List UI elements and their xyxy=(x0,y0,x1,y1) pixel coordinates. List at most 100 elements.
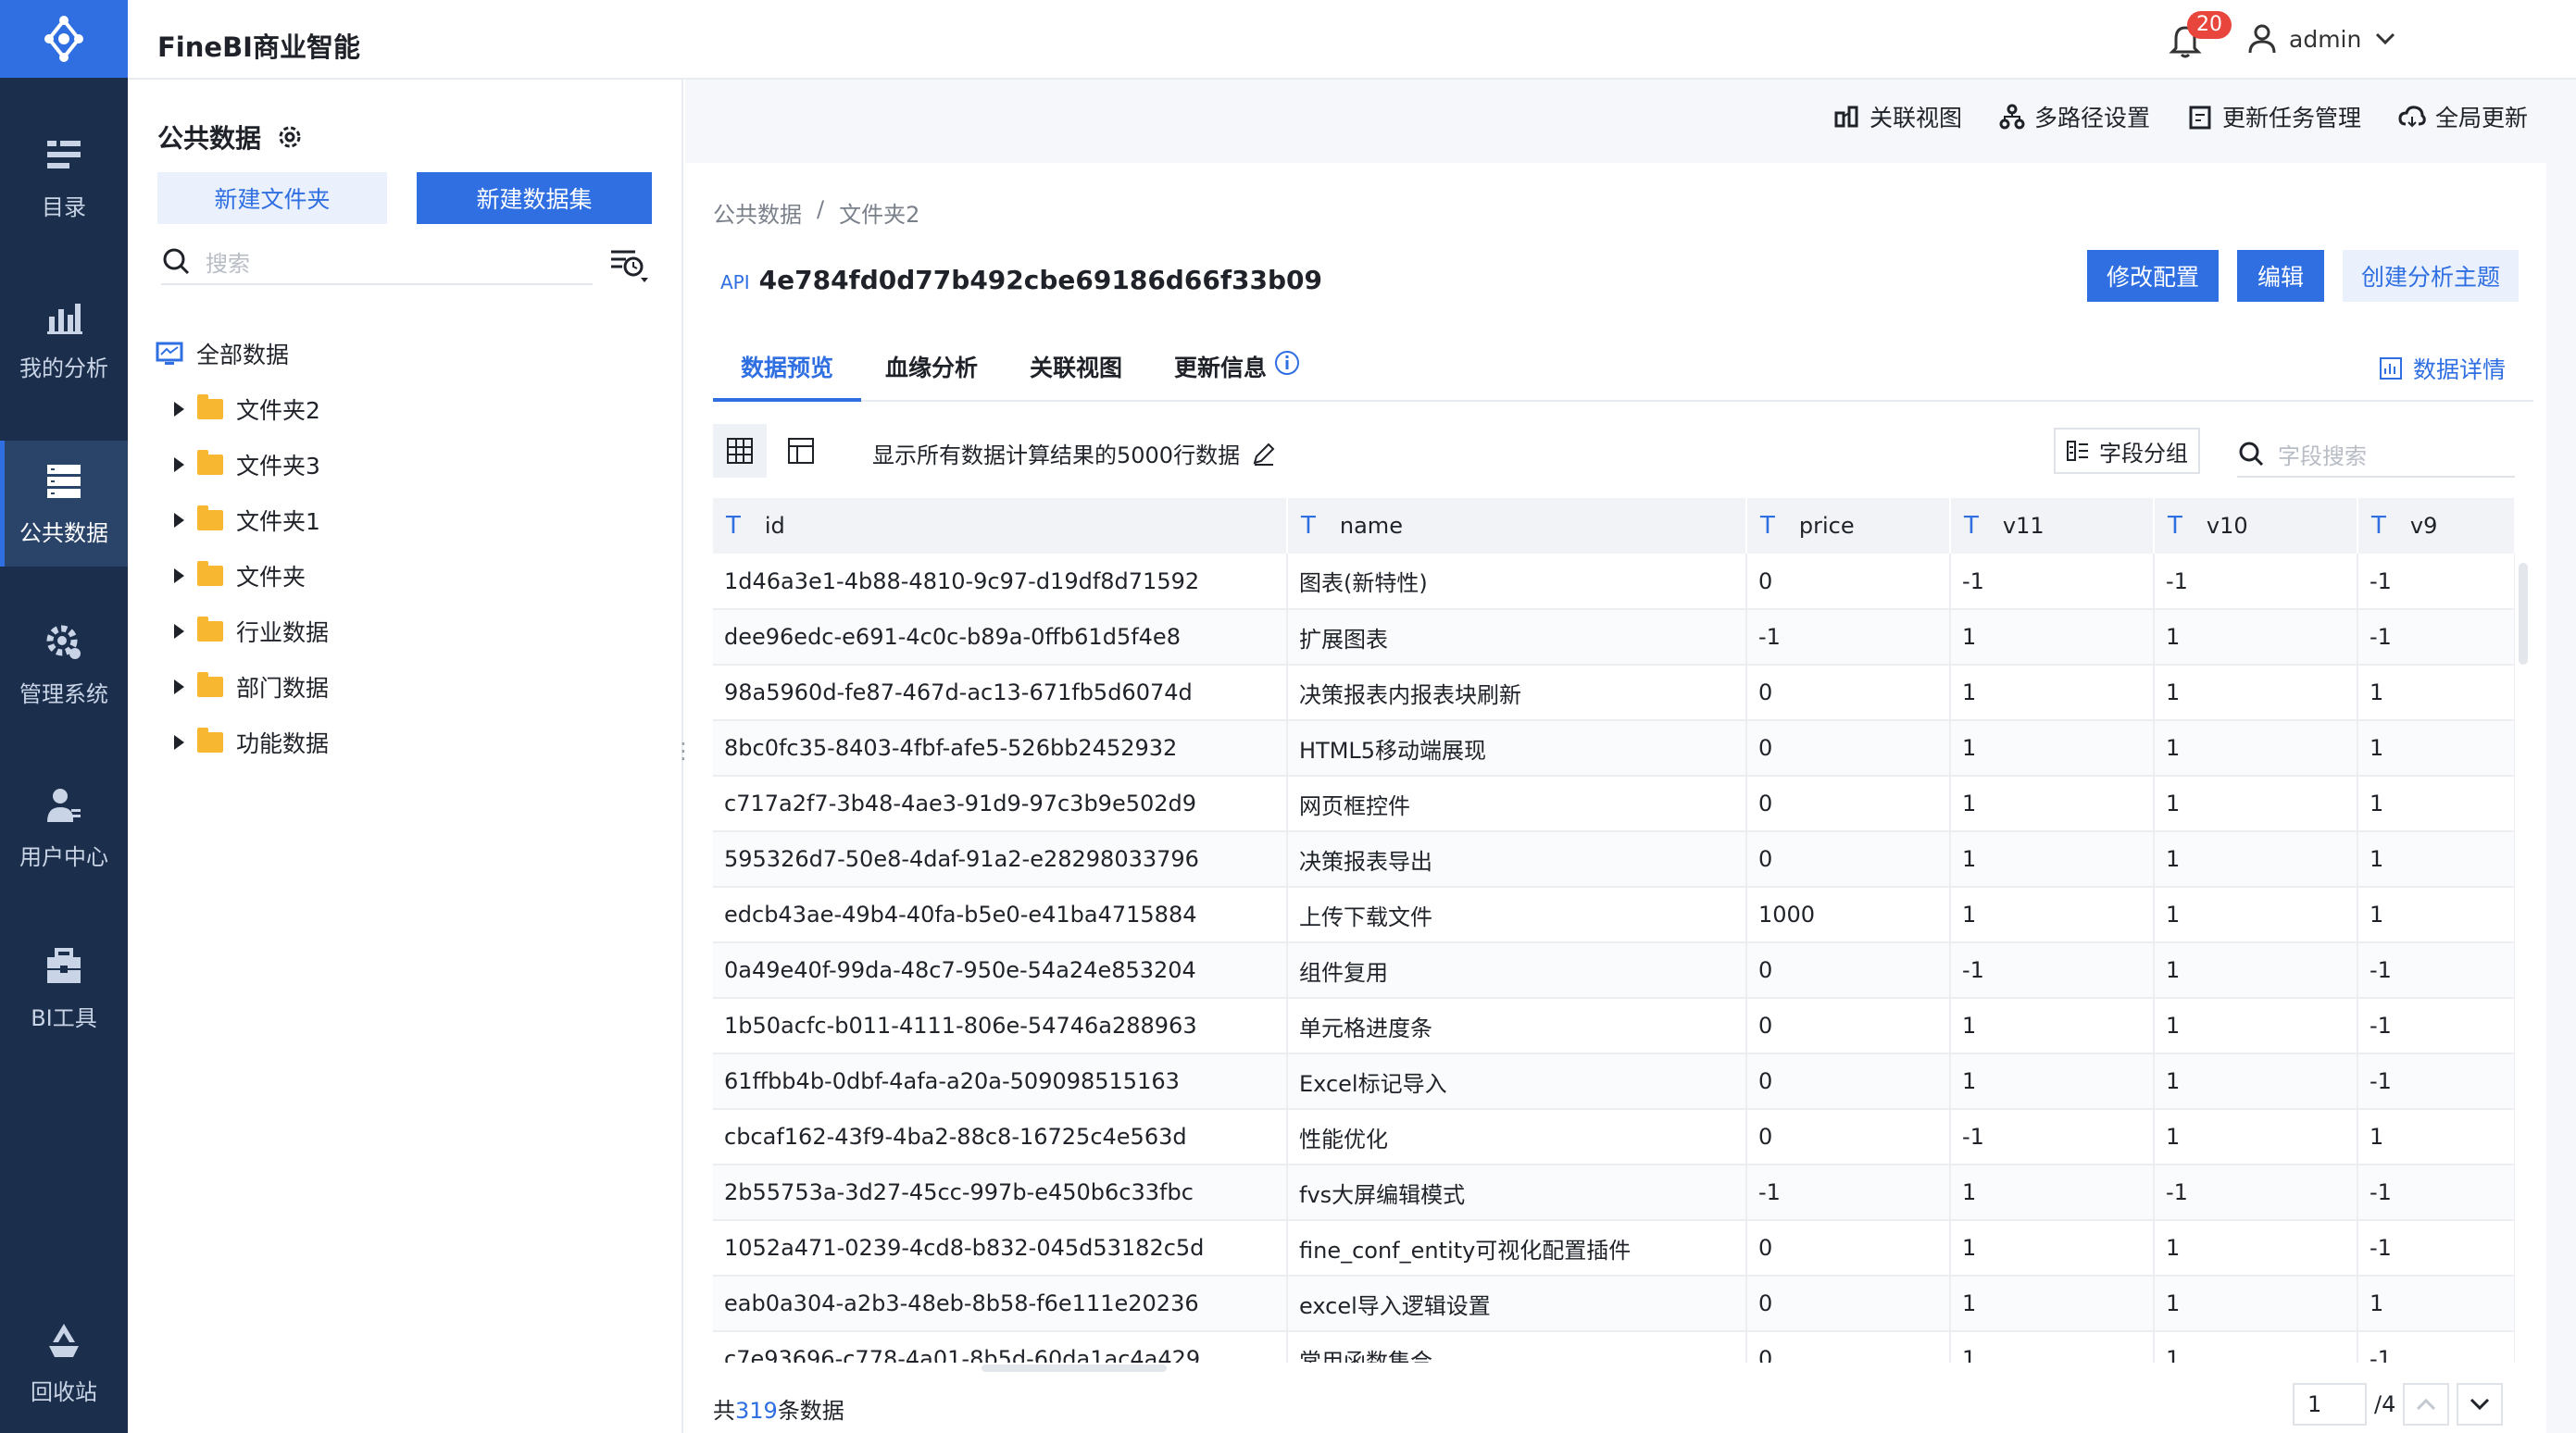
field-search-input[interactable]: 字段搜索 xyxy=(2237,431,2515,478)
new-folder-button[interactable]: 新建文件夹 xyxy=(157,172,387,224)
api-tag: API xyxy=(720,271,750,293)
nav-item-management[interactable]: 管理系统 xyxy=(0,602,128,728)
expand-caret-icon[interactable] xyxy=(174,513,184,528)
tree-item-folder1[interactable]: 文件夹1 xyxy=(156,494,320,546)
table-row[interactable]: eab0a304-a2b3-48eb-8b58-f6e111e20236 exce… xyxy=(713,1276,2515,1332)
expand-caret-icon[interactable] xyxy=(174,735,184,750)
tab-data-preview[interactable]: 数据预览 xyxy=(712,350,862,402)
folder-icon xyxy=(197,505,223,530)
column-header-price[interactable]: Tprice xyxy=(1746,498,1951,554)
multipath-settings-link[interactable]: 多路径设置 xyxy=(1999,100,2150,133)
text-type-icon: T xyxy=(1760,512,1775,540)
info-icon[interactable] xyxy=(1274,350,1300,376)
tree-item-folder3[interactable]: 文件夹3 xyxy=(156,439,320,491)
table-row[interactable]: 595326d7-50e8-4daf-91a2-e28298033796 决策报表… xyxy=(713,831,2515,888)
tab-lineage[interactable]: 血缘分析 xyxy=(885,350,978,402)
tree-item-folder2[interactable]: 文件夹2 xyxy=(156,383,320,435)
table-row[interactable]: 1b50acfc-b011-4111-806e-54746a288963 单元格进… xyxy=(713,998,2515,1054)
table-cell: 0 xyxy=(1746,1109,1951,1165)
page-total: /4 xyxy=(2374,1391,2396,1417)
table-row[interactable]: 2b55753a-3d27-45cc-997b-e450b6c33fbc fvs大… xyxy=(713,1165,2515,1221)
catalog-icon xyxy=(47,140,81,168)
table-cell: eab0a304-a2b3-48eb-8b58-f6e111e20236 xyxy=(713,1276,1288,1332)
field-group-button[interactable]: 字段分组 xyxy=(2054,428,2200,474)
create-topic-button[interactable]: 创建分析主题 xyxy=(2343,250,2519,302)
tab-relation-view[interactable]: 关联视图 xyxy=(1030,350,1122,402)
tree-root[interactable]: 全部数据 xyxy=(156,328,289,380)
edit-button[interactable]: 编辑 xyxy=(2237,250,2324,302)
column-header-v10[interactable]: Tv10 xyxy=(2154,498,2358,554)
table-row[interactable]: 0a49e40f-99da-48c7-950e-54a24e853204 组件复用… xyxy=(713,942,2515,999)
table-cell: 0 xyxy=(1746,831,1951,888)
column-header-label: name xyxy=(1339,513,1403,539)
table-row[interactable]: dee96edc-e691-4c0c-b89a-0ffb61d5f4e8 扩展图表… xyxy=(713,609,2515,666)
layout-view-toggle[interactable] xyxy=(774,424,828,478)
nav-item-recycle-bin[interactable]: 回收站 xyxy=(0,1300,128,1426)
tree-root-label: 全部数据 xyxy=(196,342,290,368)
tree-search-input[interactable]: 搜索 xyxy=(161,239,593,285)
nav-item-user-center[interactable]: 用户中心 xyxy=(0,765,128,891)
nav-item-bi-tools[interactable]: BI工具 xyxy=(0,926,128,1052)
horizontal-scrollbar[interactable] xyxy=(982,1364,1167,1372)
update-task-link[interactable]: 更新任务管理 xyxy=(2187,100,2361,133)
table-row[interactable]: 98a5960d-fe87-467d-ac13-671fb5d6074d 决策报表… xyxy=(713,665,2515,721)
nav-label: 用户中心 xyxy=(19,843,108,870)
tree-item-industry-data[interactable]: 行业数据 xyxy=(156,605,329,657)
table-cell: 0 xyxy=(1746,665,1951,721)
nav-item-my-analysis[interactable]: 我的分析 xyxy=(0,276,128,402)
column-header-label: v9 xyxy=(2409,513,2438,539)
chevron-up-icon xyxy=(2417,1398,2436,1411)
modify-config-button[interactable]: 修改配置 xyxy=(2087,250,2219,302)
prev-page-button[interactable] xyxy=(2403,1383,2450,1426)
table-row[interactable]: cbcaf162-43f9-4ba2-88c8-16725c4e563d 性能优化… xyxy=(713,1109,2515,1165)
table-cell: 1 xyxy=(2154,887,2358,943)
tree-item-folder[interactable]: 文件夹 xyxy=(156,550,306,602)
table-row[interactable]: 61ffbb4b-0dbf-4afa-a20a-509098515163 Exce… xyxy=(713,1053,2515,1110)
user-menu[interactable]: admin xyxy=(2248,24,2396,54)
grid-view-toggle[interactable] xyxy=(713,424,767,478)
tab-bar: 数据预览 血缘分析 关联视图 更新信息 数据详情 xyxy=(712,341,2533,402)
relation-view-link[interactable]: 关联视图 xyxy=(1834,100,1962,133)
table-row[interactable]: 1052a471-0239-4cd8-b832-045d53182c5d fine… xyxy=(713,1220,2515,1277)
table-row[interactable]: c7e93696-c778-4a01-8b5d-60da1ac4a429 常用函数… xyxy=(713,1331,2515,1363)
column-header-v11[interactable]: Tv11 xyxy=(1950,498,2155,554)
expand-caret-icon[interactable] xyxy=(174,402,184,417)
global-update-link[interactable]: 全局更新 xyxy=(2398,100,2528,133)
next-page-button[interactable] xyxy=(2457,1383,2504,1426)
vertical-scrollbar[interactable] xyxy=(2519,563,2528,665)
tree-item-function-data[interactable]: 功能数据 xyxy=(156,716,329,768)
gear-icon[interactable] xyxy=(276,123,304,151)
new-dataset-button[interactable]: 新建数据集 xyxy=(417,172,652,224)
table-row[interactable]: edcb43ae-49b4-40fa-b5e0-e41ba4715884 上传下载… xyxy=(713,887,2515,943)
column-header-id[interactable]: Tid xyxy=(713,498,1288,554)
table-row[interactable]: 8bc0fc35-8403-4fbf-afe5-526bb2452932 HTML… xyxy=(713,720,2515,777)
column-header-name[interactable]: Tname xyxy=(1287,498,1747,554)
expand-caret-icon[interactable] xyxy=(174,568,184,583)
cloud-refresh-icon xyxy=(2398,106,2426,128)
filter-icon[interactable] xyxy=(607,246,650,283)
table-row[interactable]: 1d46a3e1-4b88-4810-9c97-d19df8d71592 图表(新… xyxy=(713,554,2515,610)
panel-title: 公共数据 xyxy=(157,118,304,156)
tree-item-department-data[interactable]: 部门数据 xyxy=(156,661,329,713)
column-header-label: v10 xyxy=(2206,513,2248,539)
nav-item-catalog[interactable]: 目录 xyxy=(0,115,128,241)
expand-caret-icon[interactable] xyxy=(174,457,184,472)
table-row[interactable]: c717a2f7-3b48-4ae3-91d9-97c3b9e502d9 网页框控… xyxy=(713,776,2515,832)
column-header-v9[interactable]: Tv9 xyxy=(2357,498,2515,554)
nav-item-public-data[interactable]: 公共数据 xyxy=(0,441,128,567)
folder-icon xyxy=(197,450,223,475)
table-cell: 2b55753a-3d27-45cc-997b-e450b6c33fbc xyxy=(713,1165,1288,1221)
table-cell: 8bc0fc35-8403-4fbf-afe5-526bb2452932 xyxy=(713,720,1288,777)
breadcrumb-root[interactable]: 公共数据 xyxy=(713,196,802,229)
pencil-icon[interactable] xyxy=(1251,441,1277,467)
logo-icon[interactable] xyxy=(0,0,128,78)
data-detail-link[interactable]: 数据详情 xyxy=(2378,352,2506,385)
expand-caret-icon[interactable] xyxy=(174,679,184,694)
table-body: 1d46a3e1-4b88-4810-9c97-d19df8d71592 图表(新… xyxy=(713,554,2515,1363)
tab-update-info[interactable]: 更新信息 xyxy=(1174,350,1300,402)
table-cell: -1 xyxy=(2357,998,2515,1054)
table-cell: excel导入逻辑设置 xyxy=(1287,1276,1747,1332)
expand-caret-icon[interactable] xyxy=(174,624,184,639)
page-number-input[interactable]: 1 xyxy=(2293,1383,2367,1426)
nav-label: 目录 xyxy=(42,193,86,220)
